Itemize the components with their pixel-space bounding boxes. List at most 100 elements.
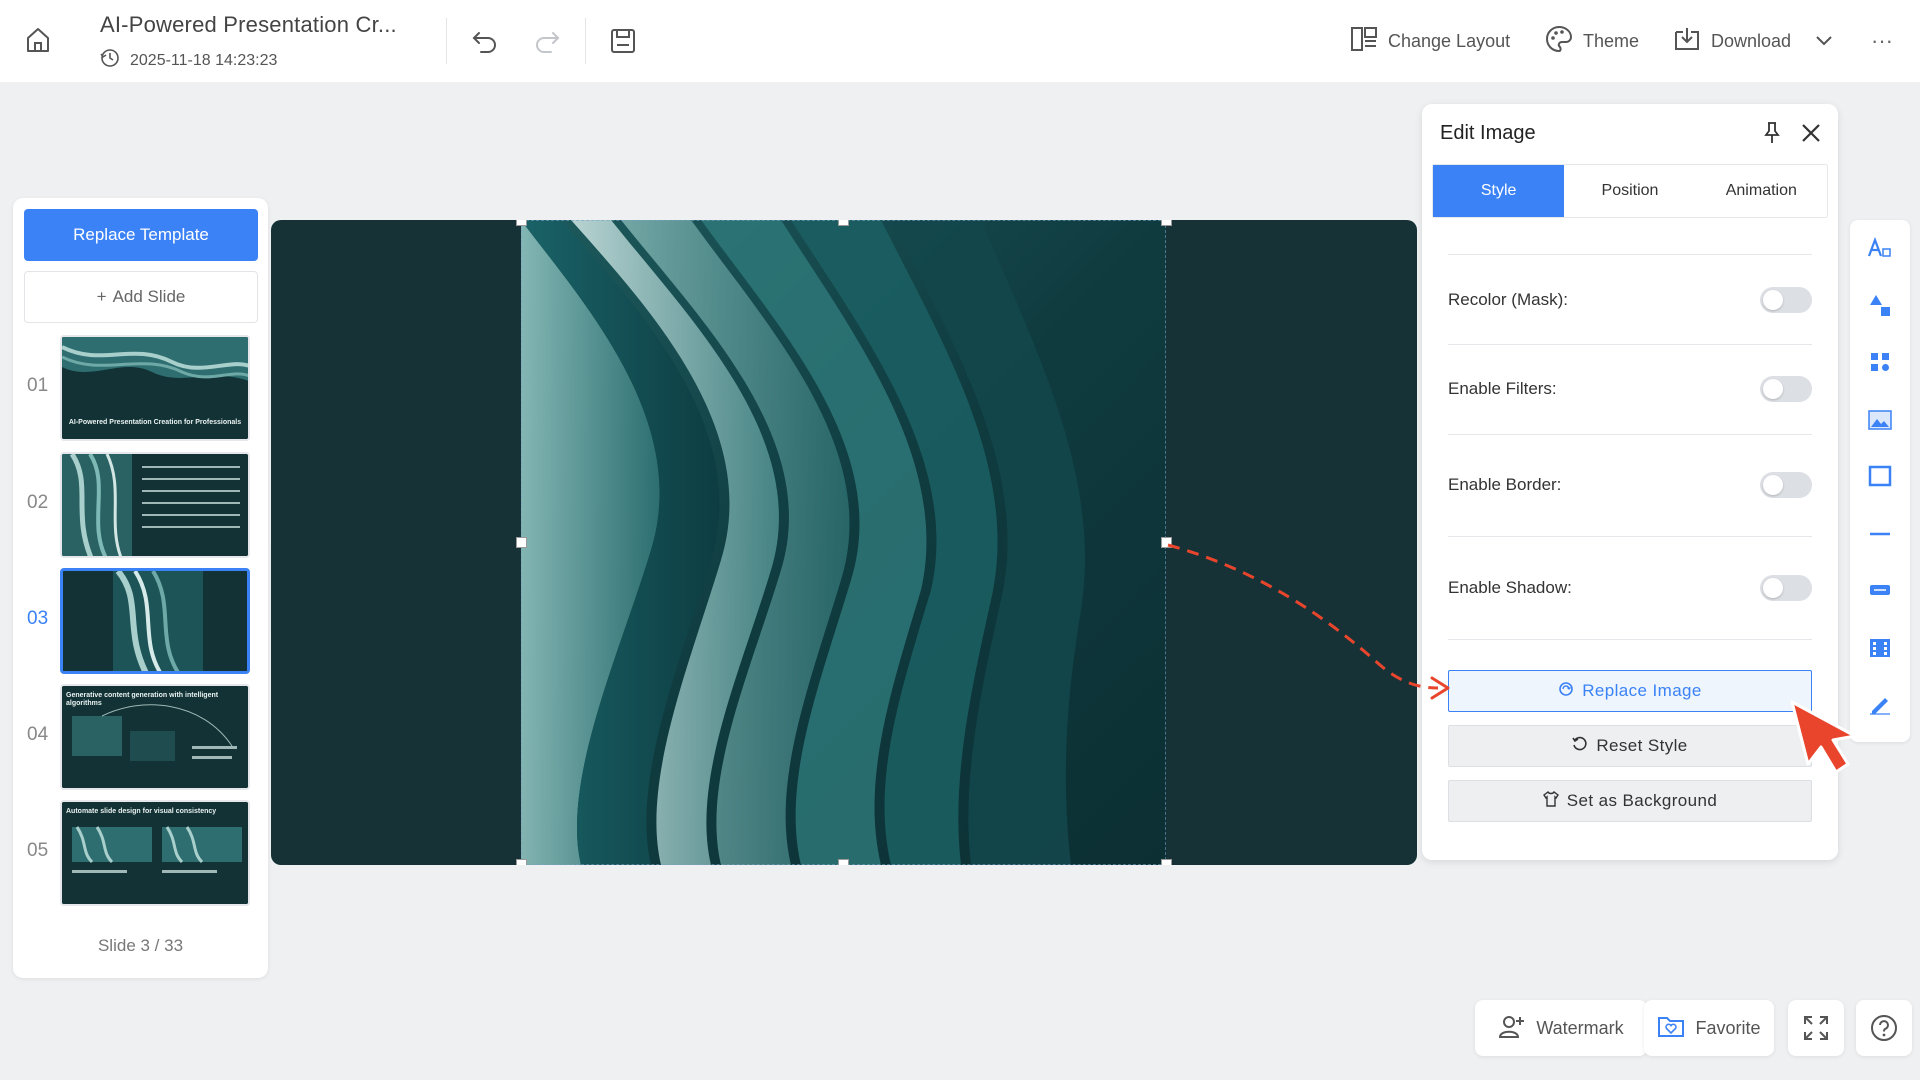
home-icon[interactable] (20, 20, 56, 60)
edit-image-panel: Edit Image Style Position Animation Reco… (1422, 104, 1838, 860)
slide-thumbnail[interactable]: Generative content generation with intel… (60, 684, 250, 790)
change-layout-button[interactable]: Change Layout (1350, 24, 1510, 58)
edit-tabs: Style Position Animation (1432, 164, 1828, 218)
slide-thumbnail[interactable]: AI-Powered Presentation Creation for Pro… (60, 335, 250, 441)
divider (1448, 344, 1812, 345)
add-slide-label: Add Slide (112, 287, 186, 306)
resize-handle[interactable] (1161, 859, 1172, 865)
slide-item-04[interactable]: 04 Generative content generation with in… (13, 684, 268, 794)
shadow-label: Enable Shadow: (1448, 578, 1572, 597)
border-label: Enable Border: (1448, 475, 1562, 494)
selected-image[interactable] (521, 220, 1166, 865)
save-icon[interactable] (604, 22, 642, 60)
resize-handle[interactable] (838, 859, 849, 865)
pin-icon[interactable] (1758, 118, 1786, 148)
watermark-button[interactable]: Watermark (1475, 1000, 1647, 1056)
tab-animation[interactable]: Animation (1696, 165, 1827, 217)
thumbnail-title: Generative content generation with intel… (66, 692, 219, 707)
favorite-label: Favorite (1695, 1017, 1761, 1038)
slide-number: 01 (27, 375, 49, 396)
theme-button[interactable]: Theme (1545, 24, 1639, 58)
border-option: Enable Border: (1448, 470, 1812, 500)
document-timestamp: 2025-11-18 14:23:23 (130, 51, 278, 69)
favorite-button[interactable]: Favorite (1644, 1000, 1774, 1056)
set-as-background-button[interactable]: Set as Background (1448, 780, 1812, 822)
border-toggle[interactable] (1760, 472, 1812, 498)
document-title[interactable]: AI-Powered Presentation Cr... (100, 12, 397, 38)
line-icon[interactable] (1864, 518, 1896, 550)
top-toolbar: AI-Powered Presentation Cr... 2025-11-18… (0, 0, 1920, 82)
reset-style-button[interactable]: Reset Style (1448, 725, 1812, 767)
slide-item-02[interactable]: 02 (13, 452, 268, 562)
slide-item-05[interactable]: 05 Automate slide design for visual cons… (13, 800, 268, 910)
reset-icon (1572, 736, 1588, 757)
palette-icon (1545, 25, 1573, 58)
video-icon[interactable] (1864, 632, 1896, 664)
layout-icon (1350, 26, 1378, 57)
thumbnail-text-lines (142, 466, 240, 538)
slides-panel: Replace Template + Add Slide 01 AI-Power… (13, 198, 268, 978)
panel-title: Edit Image (1440, 122, 1536, 144)
slide-thumbnail[interactable]: Automate slide design for visual consist… (60, 800, 250, 906)
filters-toggle[interactable] (1760, 376, 1812, 402)
slide-number: 03 (27, 608, 49, 629)
fullscreen-icon[interactable] (1788, 1000, 1844, 1056)
slide-item-01[interactable]: 01 AI-Powered Presentation Creation for … (13, 335, 268, 445)
elements-icon[interactable] (1864, 346, 1896, 378)
slide-thumbnail[interactable] (60, 452, 250, 558)
favorite-folder-icon (1657, 1014, 1685, 1043)
image-icon[interactable] (1864, 404, 1896, 436)
tab-position[interactable]: Position (1564, 165, 1695, 217)
slide-item-03[interactable]: 03 (13, 568, 268, 678)
shirt-icon (1542, 790, 1559, 812)
replace-image-button[interactable]: Replace Image (1448, 670, 1812, 712)
shadow-option: Enable Shadow: (1448, 573, 1812, 603)
theme-label: Theme (1583, 30, 1640, 51)
download-icon (1673, 26, 1701, 57)
resize-handle[interactable] (516, 220, 527, 226)
resize-handle[interactable] (1161, 537, 1172, 548)
plus-icon: + (96, 287, 107, 306)
add-slide-button[interactable]: + Add Slide (24, 271, 258, 323)
more-options-icon[interactable]: ··· (1862, 24, 1902, 58)
close-icon[interactable] (1796, 118, 1826, 148)
redo-icon[interactable] (528, 22, 566, 60)
thumbnail-artwork (63, 571, 247, 671)
shadow-toggle[interactable] (1760, 575, 1812, 601)
thumbnail-title: AI-Powered Presentation Creation for Pro… (68, 419, 242, 426)
download-button[interactable]: Download (1673, 24, 1833, 58)
filters-option: Enable Filters: (1448, 374, 1812, 404)
undo-icon[interactable] (466, 22, 504, 60)
tab-style[interactable]: Style (1433, 165, 1565, 217)
resize-handle[interactable] (516, 537, 527, 548)
thumbnail-title: Automate slide design for visual consist… (66, 808, 217, 815)
textbox-icon[interactable] (1864, 574, 1896, 606)
slide-thumbnail-active[interactable] (60, 568, 250, 674)
chevron-down-icon (1815, 31, 1833, 52)
replace-template-button[interactable]: Replace Template (24, 209, 258, 261)
set-background-label: Set as Background (1566, 791, 1718, 810)
recolor-toggle[interactable] (1760, 287, 1812, 313)
help-icon[interactable] (1856, 1000, 1912, 1056)
replace-icon (1558, 681, 1574, 702)
download-label: Download (1711, 30, 1792, 51)
resize-handle[interactable] (1161, 220, 1172, 226)
slide-number: 02 (27, 492, 49, 513)
resize-handle[interactable] (516, 859, 527, 865)
slide-number: 04 (27, 724, 49, 745)
change-layout-label: Change Layout (1388, 30, 1511, 51)
reset-style-label: Reset Style (1596, 736, 1688, 755)
recolor-label: Recolor (Mask): (1448, 290, 1568, 309)
draw-icon[interactable] (1864, 688, 1896, 720)
resize-handle[interactable] (838, 220, 849, 226)
shapes-icon[interactable] (1864, 290, 1896, 322)
history-icon[interactable] (100, 48, 120, 73)
slide-number: 05 (27, 840, 49, 861)
slide-canvas[interactable] (271, 220, 1417, 865)
text-icon[interactable] (1864, 232, 1896, 264)
frame-icon[interactable] (1864, 460, 1896, 492)
document-info: AI-Powered Presentation Cr... 2025-11-18… (100, 12, 397, 73)
divider (1448, 254, 1812, 255)
toolbar-divider (446, 18, 447, 64)
thumbnail-artwork (62, 802, 248, 904)
